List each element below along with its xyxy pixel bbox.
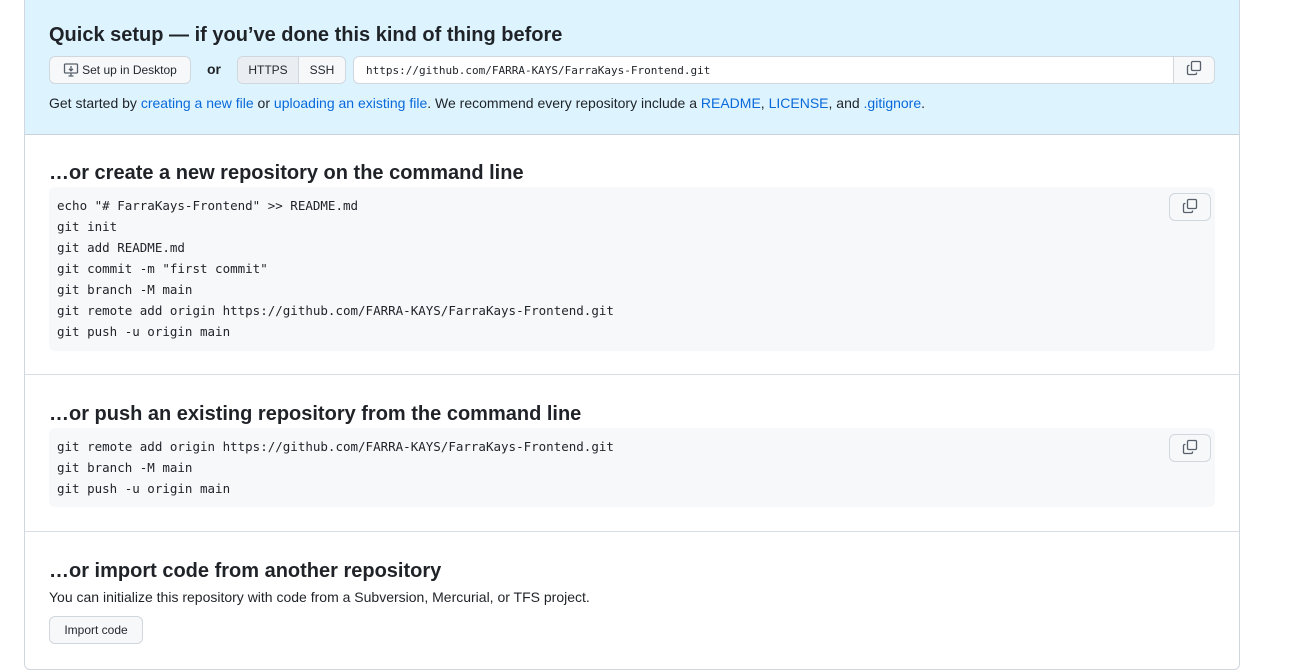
or-label: or — [207, 61, 221, 77]
repository-setup-box: Quick setup — if you’ve done this kind o… — [24, 0, 1240, 670]
copy-icon — [1182, 198, 1198, 217]
create-new-repo-section: …or create a new repository on the comma… — [25, 135, 1239, 375]
code-line: git init — [57, 219, 118, 234]
create-new-code-block: echo "# FarraKays-Frontend" >> README.md… — [49, 187, 1215, 351]
ssh-button[interactable]: SSH — [299, 57, 345, 83]
desktop-download-icon — [63, 62, 79, 78]
code-line: echo "# FarraKays-Frontend" >> README.md — [57, 198, 359, 213]
code-line: git branch -M main — [57, 460, 193, 475]
gs-text-2: or — [253, 95, 274, 111]
quick-setup-section: Quick setup — if you’ve done this kind o… — [25, 0, 1239, 135]
push-existing-repo-section: …or push an existing repository from the… — [25, 375, 1239, 532]
gs-text-1: Get started by — [49, 95, 141, 111]
import-code-button[interactable]: Import code — [49, 616, 143, 644]
upload-file-link[interactable]: uploading an existing file — [274, 95, 427, 111]
gs-text-6: . — [921, 95, 926, 111]
copy-icon — [1186, 60, 1202, 81]
clone-url-input[interactable] — [354, 57, 1173, 83]
quick-setup-title: Quick setup — if you’ve done this kind o… — [49, 24, 563, 46]
setup-in-desktop-label: Set up in Desktop — [82, 63, 177, 77]
code-line: git push -u origin main — [57, 324, 231, 339]
import-code-section: …or import code from another repository … — [25, 532, 1239, 671]
protocol-toggle: HTTPS SSH — [237, 56, 346, 84]
copy-url-button[interactable] — [1173, 57, 1214, 83]
import-code-description: You can initialize this repository with … — [49, 589, 590, 605]
import-code-title: …or import code from another repository — [49, 560, 442, 582]
getting-started-text: Get started by creating a new file or up… — [49, 93, 925, 113]
copy-icon — [1182, 439, 1198, 458]
code-line: git commit -m "first commit" — [57, 261, 268, 276]
gitignore-link[interactable]: .gitignore — [864, 95, 922, 111]
push-existing-repo-title: …or push an existing repository from the… — [49, 403, 582, 425]
https-button[interactable]: HTTPS — [238, 57, 299, 83]
code-line: git remote add origin https://github.com… — [57, 303, 614, 318]
copy-push-commands-button[interactable] — [1169, 434, 1211, 462]
readme-link[interactable]: README — [701, 95, 761, 111]
code-line: git remote add origin https://github.com… — [57, 439, 614, 454]
code-line: git push -u origin main — [57, 481, 231, 496]
push-existing-code-block: git remote add origin https://github.com… — [49, 428, 1215, 507]
gs-text-4: , — [760, 95, 769, 111]
setup-in-desktop-button[interactable]: Set up in Desktop — [49, 56, 191, 84]
license-link[interactable]: LICENSE — [769, 95, 829, 111]
code-line: git branch -M main — [57, 282, 193, 297]
create-new-file-link[interactable]: creating a new file — [141, 95, 254, 111]
clone-url-group — [353, 56, 1215, 84]
gs-text-5: , and — [828, 95, 864, 111]
code-line: git add README.md — [57, 240, 185, 255]
gs-text-3: . We recommend every repository include … — [427, 95, 701, 111]
copy-create-commands-button[interactable] — [1169, 193, 1211, 221]
create-new-repo-title: …or create a new repository on the comma… — [49, 162, 524, 184]
